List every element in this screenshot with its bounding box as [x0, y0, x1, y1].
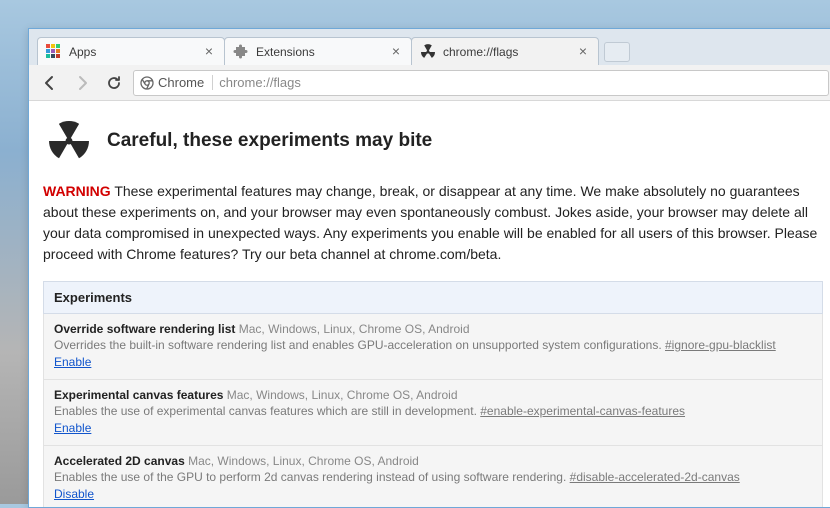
page-content: Careful, these experiments may bite WARN…	[29, 101, 830, 507]
experiment-hash: #enable-experimental-canvas-features	[480, 404, 685, 418]
experiment-title: Override software rendering list	[54, 322, 235, 336]
reload-button[interactable]	[101, 70, 127, 96]
warning-label: WARNING	[43, 183, 111, 199]
new-tab-button[interactable]	[604, 42, 630, 62]
page-title: Careful, these experiments may bite	[107, 130, 432, 152]
experiments-header: Experiments	[43, 281, 823, 314]
tab-label: Apps	[69, 45, 202, 59]
site-chip: Chrome	[140, 75, 213, 90]
experiment-platforms: Mac, Windows, Linux, Chrome OS, Android	[188, 454, 419, 468]
site-label: Chrome	[158, 75, 204, 90]
radiation-icon	[47, 119, 91, 163]
enable-link[interactable]: Enable	[54, 355, 91, 369]
experiment-title: Accelerated 2D canvas	[54, 454, 185, 468]
browser-window: Apps × Extensions × chrome://flags ×	[28, 28, 830, 508]
back-button[interactable]	[37, 70, 63, 96]
address-bar[interactable]: Chrome chrome://flags	[133, 70, 829, 96]
tab-extensions[interactable]: Extensions ×	[224, 37, 412, 65]
toolbar: Chrome chrome://flags	[29, 65, 830, 101]
puzzle-icon	[233, 44, 249, 60]
hero: Careful, these experiments may bite	[47, 119, 823, 163]
warning-body: These experimental features may change, …	[43, 183, 817, 262]
enable-link[interactable]: Enable	[54, 421, 91, 435]
experiment-row: Override software rendering list Mac, Wi…	[43, 314, 823, 380]
radiation-icon	[420, 44, 436, 60]
apps-icon	[46, 44, 62, 60]
tab-label: Extensions	[256, 45, 389, 59]
experiment-description: Enables the use of experimental canvas f…	[54, 404, 812, 418]
tab-flags[interactable]: chrome://flags ×	[411, 37, 599, 65]
experiment-row: Accelerated 2D canvas Mac, Windows, Linu…	[43, 446, 823, 507]
experiment-row: Experimental canvas features Mac, Window…	[43, 380, 823, 446]
warning-text: WARNING These experimental features may …	[43, 181, 823, 265]
close-icon[interactable]: ×	[576, 45, 590, 59]
experiment-platforms: Mac, Windows, Linux, Chrome OS, Android	[227, 388, 458, 402]
close-icon[interactable]: ×	[202, 45, 216, 59]
experiment-description: Enables the use of the GPU to perform 2d…	[54, 470, 812, 484]
disable-link[interactable]: Disable	[54, 487, 94, 501]
experiment-hash: #disable-accelerated-2d-canvas	[570, 470, 740, 484]
chrome-icon	[140, 76, 154, 90]
tab-strip: Apps × Extensions × chrome://flags ×	[29, 29, 830, 65]
experiment-title: Experimental canvas features	[54, 388, 223, 402]
tab-apps[interactable]: Apps ×	[37, 37, 225, 65]
experiment-description: Overrides the built-in software renderin…	[54, 338, 812, 352]
close-icon[interactable]: ×	[389, 45, 403, 59]
experiment-platforms: Mac, Windows, Linux, Chrome OS, Android	[239, 322, 470, 336]
url-text: chrome://flags	[219, 75, 301, 90]
experiment-hash: #ignore-gpu-blacklist	[665, 338, 776, 352]
tab-label: chrome://flags	[443, 45, 576, 59]
forward-button[interactable]	[69, 70, 95, 96]
